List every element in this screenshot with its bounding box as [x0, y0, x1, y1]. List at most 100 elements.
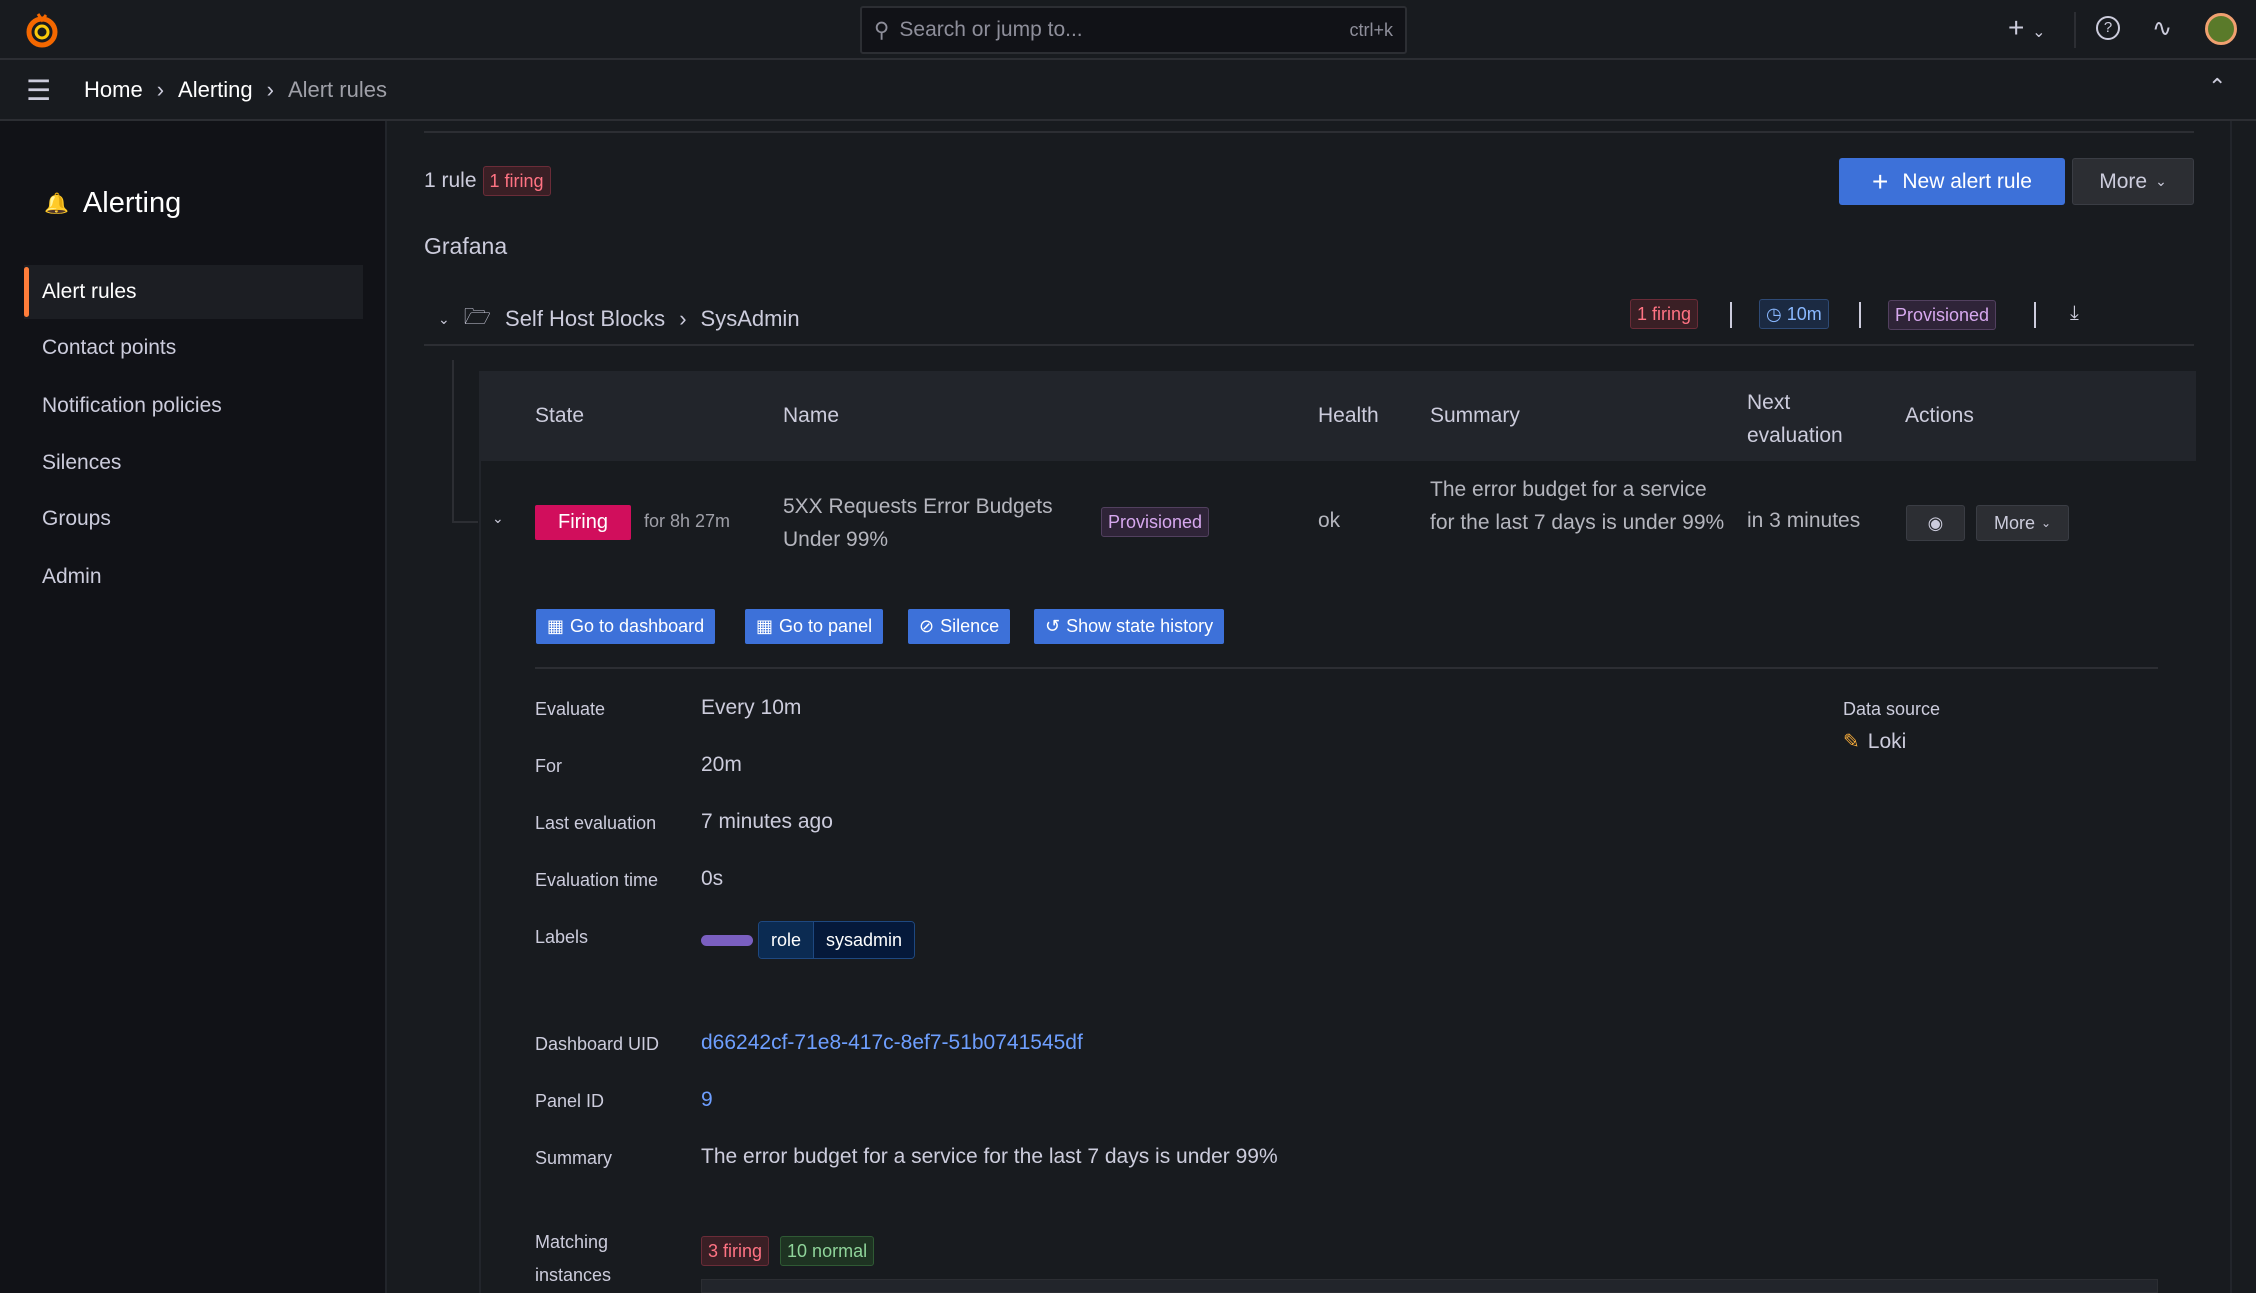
- avatar[interactable]: [2205, 13, 2237, 45]
- matching-instances: 3 firing 10 normal: [701, 1236, 875, 1266]
- breadcrumb-home[interactable]: Home: [84, 77, 143, 103]
- label-for: For: [535, 756, 562, 776]
- label-matching-instances: Matching instances: [535, 1232, 612, 1285]
- new-alert-rule-button[interactable]: + New alert rule: [1839, 158, 2065, 205]
- rule-health: ok: [1318, 509, 1341, 532]
- bell-icon: 🔔: [44, 193, 69, 215]
- panel-id-link[interactable]: 9: [701, 1088, 713, 1112]
- help-icon[interactable]: ?: [2096, 16, 2120, 40]
- sidebar-item-notification-policies[interactable]: Notification policies: [24, 379, 363, 433]
- chevron-down-icon[interactable]: ⌄: [492, 510, 504, 527]
- rule-summary: The error budget for a service for the l…: [1430, 478, 1725, 534]
- firing-count-badge: 1 firing: [482, 166, 551, 196]
- state-duration: for 8h 27m: [644, 511, 731, 531]
- sidebar-item-alert-rules[interactable]: Alert rules: [24, 265, 363, 319]
- chevron-right-icon: ›: [679, 306, 687, 331]
- view-rule-button[interactable]: ◉: [1906, 505, 1965, 541]
- history-icon: ↺: [1045, 616, 1061, 636]
- tree-line: [452, 360, 454, 522]
- scrollbar[interactable]: [2230, 121, 2232, 1293]
- value-evaluate: Every 10m: [701, 696, 802, 719]
- matching-normal-badge[interactable]: 10 normal: [780, 1236, 875, 1266]
- panel-grid-icon: ▦: [756, 616, 774, 636]
- header-actions: Actions: [1905, 404, 1974, 427]
- folder-icon: 🗁: [463, 304, 492, 329]
- header-next-evaluation: Next evaluation: [1747, 391, 1843, 447]
- rule-more-button[interactable]: More ⌄: [1976, 505, 2069, 541]
- dashboard-uid-link[interactable]: d66242cf-71e8-417c-8ef7-51b0741545df: [701, 1031, 1083, 1055]
- folder-row[interactable]: ⌄ 🗁 Self Host Blocks › SysAdmin: [438, 300, 800, 338]
- show-state-history-button[interactable]: ↺ Show state history: [1034, 609, 1225, 644]
- instances-table: [701, 1279, 2158, 1293]
- breadcrumb-current: Alert rules: [287, 77, 387, 102]
- label-dashboard-uid: Dashboard UID: [535, 1034, 660, 1054]
- go-to-dashboard-button[interactable]: ▦ Go to dashboard: [536, 609, 716, 644]
- value-evaluation-time: 0s: [701, 867, 724, 890]
- label-labels: Labels: [535, 927, 589, 947]
- header-name: Name: [783, 404, 840, 427]
- label-evaluate: Evaluate: [535, 699, 606, 719]
- chevron-down-icon: ⌄: [2155, 173, 2167, 189]
- keyboard-shortcut: ctrl+k: [1349, 19, 1393, 40]
- header-summary: Summary: [1430, 404, 1520, 427]
- value-last-evaluation: 7 minutes ago: [701, 810, 833, 833]
- sidebar-item-groups[interactable]: Groups: [24, 492, 363, 546]
- sidebar: 🔔 Alerting Alert rules Contact points Not…: [0, 121, 387, 1293]
- rules-summary: 1 rule 1 firing: [424, 166, 551, 196]
- rule-name[interactable]: 5XX Requests Error Budgets Under 99%: [783, 490, 1083, 556]
- collapse-icon[interactable]: ⌃: [2208, 74, 2226, 100]
- go-to-panel-button[interactable]: ▦ Go to panel: [745, 609, 884, 644]
- loki-icon: ✎: [1843, 731, 1860, 753]
- divider: [424, 344, 2194, 346]
- value-for: 20m: [701, 753, 742, 776]
- export-icon[interactable]: ⤓: [2070, 302, 2079, 325]
- header-health: Health: [1318, 404, 1379, 427]
- header-state: State: [535, 404, 585, 427]
- label-color-bar: [701, 935, 753, 946]
- dashboard-grid-icon: ▦: [547, 616, 565, 636]
- data-source: ✎ Loki: [1843, 729, 1907, 754]
- provisioned-badge: Provisioned: [1101, 507, 1210, 537]
- breadcrumb-bar: ☰ Home › Alerting › Alert rules ⌃: [0, 60, 2256, 121]
- divider: [535, 667, 2158, 669]
- label-chip-role: role sysadmin: [758, 921, 916, 959]
- state-badge-firing: Firing: [535, 505, 631, 540]
- search-icon: ⚲: [874, 18, 890, 42]
- breadcrumb-alerting[interactable]: Alerting: [178, 77, 253, 103]
- rss-news-icon[interactable]: ∿: [2152, 14, 2172, 43]
- search-input[interactable]: ⚲ Search or jump to... ctrl+k: [860, 6, 1407, 54]
- sidebar-title: 🔔 Alerting: [44, 187, 182, 219]
- label-last-evaluation: Last evaluation: [535, 813, 657, 833]
- label-panel-id: Panel ID: [535, 1091, 605, 1111]
- menu-icon[interactable]: ☰: [26, 74, 51, 107]
- sidebar-item-silences[interactable]: Silences: [24, 436, 363, 490]
- next-evaluation: in 3 minutes: [1747, 509, 1861, 532]
- folder-firing-badge: 1 firing: [1630, 299, 1699, 329]
- clock-icon: ◷: [1766, 303, 1787, 324]
- provisioned-badge: Provisioned: [1888, 300, 1997, 330]
- sidebar-item-contact-points[interactable]: Contact points: [24, 321, 363, 375]
- chevron-right-icon: ›: [156, 77, 165, 102]
- divider: [2074, 12, 2076, 48]
- divider: [424, 131, 2194, 133]
- sidebar-item-admin[interactable]: Admin: [24, 550, 363, 604]
- silence-button[interactable]: ⊘ Silence: [908, 609, 1011, 644]
- matching-firing-badge[interactable]: 3 firing: [701, 1236, 770, 1266]
- plus-icon: +: [1872, 165, 1889, 197]
- eye-icon: ◉: [1927, 512, 1944, 533]
- divider: [1730, 302, 1732, 328]
- bell-slash-icon: ⊘: [919, 616, 935, 636]
- tree-line: [452, 521, 478, 523]
- more-button[interactable]: More ⌄: [2072, 158, 2194, 205]
- add-icon[interactable]: + ⌄: [2008, 12, 2046, 44]
- label-evaluation-time: Evaluation time: [535, 870, 659, 890]
- divider: [2034, 302, 2036, 328]
- chevron-down-icon[interactable]: ⌄: [438, 311, 450, 328]
- divider: [1859, 302, 1861, 328]
- interval-badge: ◷ 10m: [1759, 299, 1829, 329]
- grafana-logo-icon[interactable]: [24, 12, 60, 50]
- datasource-section-title: Grafana: [424, 233, 508, 259]
- breadcrumb: Home › Alerting › Alert rules: [84, 77, 387, 103]
- top-bar: ⚲ Search or jump to... ctrl+k + ⌄ ? ∿: [0, 0, 2256, 60]
- chevron-right-icon: ›: [266, 77, 274, 102]
